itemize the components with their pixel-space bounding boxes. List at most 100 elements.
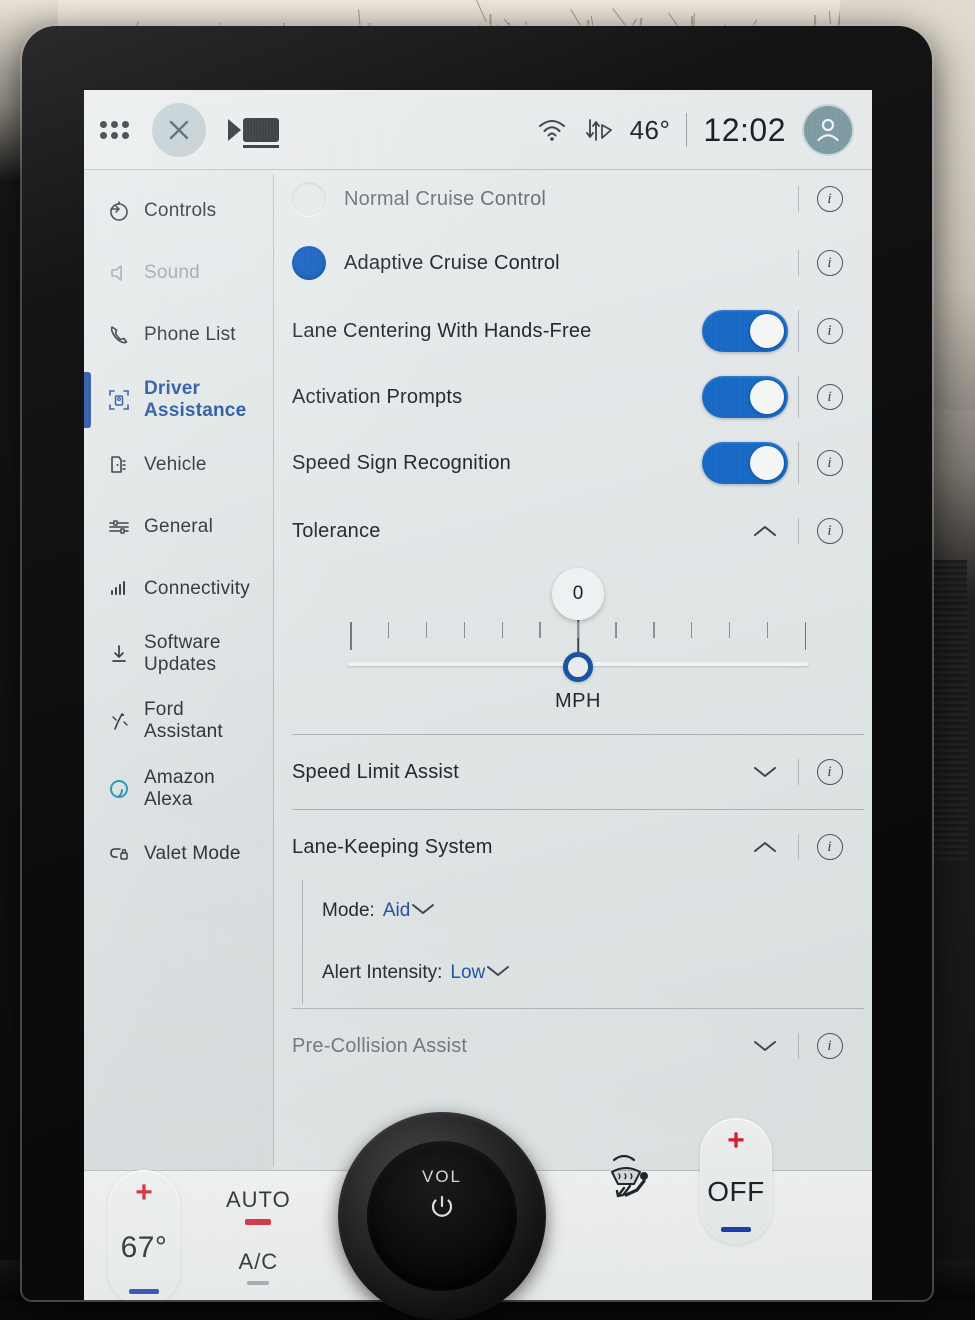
chevron-up-icon — [752, 523, 778, 539]
sidebar-item-phone-list[interactable]: Phone List — [84, 304, 274, 366]
info-button[interactable]: i — [798, 376, 860, 418]
airflow-direction-button[interactable] — [600, 1150, 664, 1213]
info-button[interactable]: i — [798, 250, 860, 276]
sidebar-item-software-updates[interactable]: Software Updates — [84, 620, 274, 688]
info-icon: i — [817, 450, 843, 476]
radio-normal-cruise-control[interactable] — [292, 182, 326, 216]
info-icon: i — [817, 186, 843, 212]
sidebar-item-label: Phone List — [144, 324, 236, 346]
driver-temperature-value: 67° — [121, 1231, 168, 1265]
info-icon: i — [817, 1033, 843, 1059]
info-icon: i — [817, 834, 843, 860]
close-button[interactable] — [152, 103, 206, 157]
media-card-icon[interactable] — [228, 118, 279, 142]
sidebar-item-connectivity[interactable]: Connectivity — [84, 558, 274, 620]
slider-ticks — [350, 622, 806, 652]
driver-temperature-control[interactable]: + 67° — [108, 1170, 180, 1301]
option-adaptive-cruise-control[interactable]: Adaptive Cruise Control i — [292, 228, 864, 298]
sidebar-item-amazon-alexa[interactable]: Amazon Alexa — [84, 755, 274, 823]
tolerance-section: Tolerance i 0 — [292, 496, 864, 730]
sidebar-item-sound[interactable]: Sound — [84, 242, 274, 304]
ac-button[interactable]: A/C — [239, 1249, 279, 1285]
info-button[interactable]: i — [798, 518, 860, 544]
mode-dropdown-chevron[interactable] — [410, 902, 436, 921]
clock: 12:02 — [703, 112, 786, 149]
speed-limit-assist-expand-chevron[interactable] — [742, 764, 788, 780]
ac-indicator — [247, 1281, 269, 1285]
passenger-temperature-value: OFF — [707, 1176, 765, 1208]
sidebar-item-general[interactable]: General — [84, 496, 274, 558]
divider — [292, 734, 864, 735]
data-transfer-icon — [584, 116, 614, 144]
setting-lane-keeping-alert-intensity[interactable]: Alert Intensity: Low — [292, 942, 864, 1004]
info-icon: i — [817, 518, 843, 544]
sidebar-item-label: Vehicle — [144, 454, 207, 476]
passenger-temperature-control[interactable]: + OFF — [700, 1118, 772, 1244]
info-button[interactable]: i — [798, 759, 860, 785]
sub-setting-value: Low — [450, 962, 485, 984]
sidebar-item-vehicle[interactable]: Vehicle — [84, 434, 274, 496]
vehicle-icon — [106, 453, 132, 477]
option-normal-cruise-control[interactable]: Normal Cruise Control i — [292, 170, 864, 228]
right-climate-group: + OFF — [600, 1118, 772, 1244]
slider-thumb[interactable] — [563, 652, 593, 682]
tolerance-header[interactable]: Tolerance i — [292, 506, 864, 556]
info-button[interactable]: i — [798, 1033, 860, 1059]
passenger-temp-increase-button[interactable]: + — [727, 1126, 745, 1156]
option-label: Normal Cruise Control — [344, 188, 546, 211]
auto-label: AUTO — [226, 1187, 291, 1213]
info-button[interactable]: i — [798, 834, 860, 860]
info-icon: i — [817, 384, 843, 410]
sidebar-item-label: Controls — [144, 200, 216, 222]
toggle-speed-sign-recognition[interactable] — [702, 442, 788, 484]
driver-assistance-panel: Normal Cruise Control i Adaptive Cruise … — [274, 170, 872, 1170]
sidebar-item-label: Driver Assistance — [144, 378, 266, 422]
setting-activation-prompts[interactable]: Activation Prompts i — [292, 364, 864, 430]
driver-temp-increase-button[interactable]: + — [135, 1178, 153, 1208]
profile-avatar[interactable] — [802, 104, 854, 156]
alert-intensity-dropdown-chevron[interactable] — [485, 964, 511, 983]
toggle-activation-prompts[interactable] — [702, 376, 788, 418]
setting-lane-centering-hands-free[interactable]: Lane Centering With Hands-Free i — [292, 298, 864, 364]
wifi-icon — [536, 117, 568, 143]
info-icon: i — [817, 318, 843, 344]
info-button[interactable]: i — [798, 442, 860, 484]
setting-label: Activation Prompts — [292, 386, 462, 409]
tolerance-slider[interactable]: 0 MPH — [292, 560, 864, 720]
sidebar-item-ford-assistant[interactable]: Ford Assistant — [84, 687, 274, 755]
tolerance-unit: MPH — [555, 690, 601, 713]
tolerance-collapse-chevron[interactable] — [742, 523, 788, 539]
sidebar-item-label: Software Updates — [144, 632, 266, 676]
signal-bars-icon — [106, 577, 132, 601]
setting-lane-keeping-mode[interactable]: Mode: Aid — [292, 880, 864, 942]
option-label: Adaptive Cruise Control — [344, 252, 560, 275]
sidebar-item-valet-mode[interactable]: Valet Mode — [84, 823, 274, 885]
sub-setting-label: Alert Intensity: — [322, 962, 442, 984]
status-bar: 46° 12:02 — [84, 90, 872, 170]
driver-assist-icon — [106, 388, 132, 412]
driver-temp-decrease-button[interactable] — [129, 1289, 159, 1294]
sidebar-item-controls[interactable]: Controls — [84, 180, 274, 242]
alexa-icon — [106, 777, 132, 801]
sidebar-item-driver-assistance[interactable]: Driver Assistance — [84, 366, 274, 434]
setting-lane-keeping-system[interactable]: Lane-Keeping System i — [292, 814, 864, 880]
tolerance-value-bubble: 0 — [552, 568, 604, 620]
pre-collision-expand-chevron[interactable] — [742, 1038, 788, 1054]
info-button[interactable]: i — [798, 310, 860, 352]
volume-knob[interactable]: VOL — [338, 1112, 546, 1320]
setting-pre-collision-assist[interactable]: Pre-Collision Assist i — [292, 1013, 864, 1079]
app-grid-icon[interactable] — [100, 119, 130, 141]
sidebar-item-label: Connectivity — [144, 578, 250, 600]
setting-label: Speed Limit Assist — [292, 761, 459, 784]
passenger-temp-decrease-button[interactable] — [721, 1227, 751, 1232]
lane-keeping-collapse-chevron[interactable] — [742, 839, 788, 855]
auto-climate-button[interactable]: AUTO — [226, 1187, 291, 1225]
toggle-lane-centering[interactable] — [702, 310, 788, 352]
radio-adaptive-cruise-control[interactable] — [292, 246, 326, 280]
setting-label: Speed Sign Recognition — [292, 452, 511, 475]
chevron-down-icon — [410, 901, 436, 917]
info-button[interactable]: i — [798, 186, 860, 212]
chevron-up-icon — [752, 839, 778, 855]
setting-speed-limit-assist[interactable]: Speed Limit Assist i — [292, 739, 864, 805]
setting-speed-sign-recognition[interactable]: Speed Sign Recognition i — [292, 430, 864, 496]
